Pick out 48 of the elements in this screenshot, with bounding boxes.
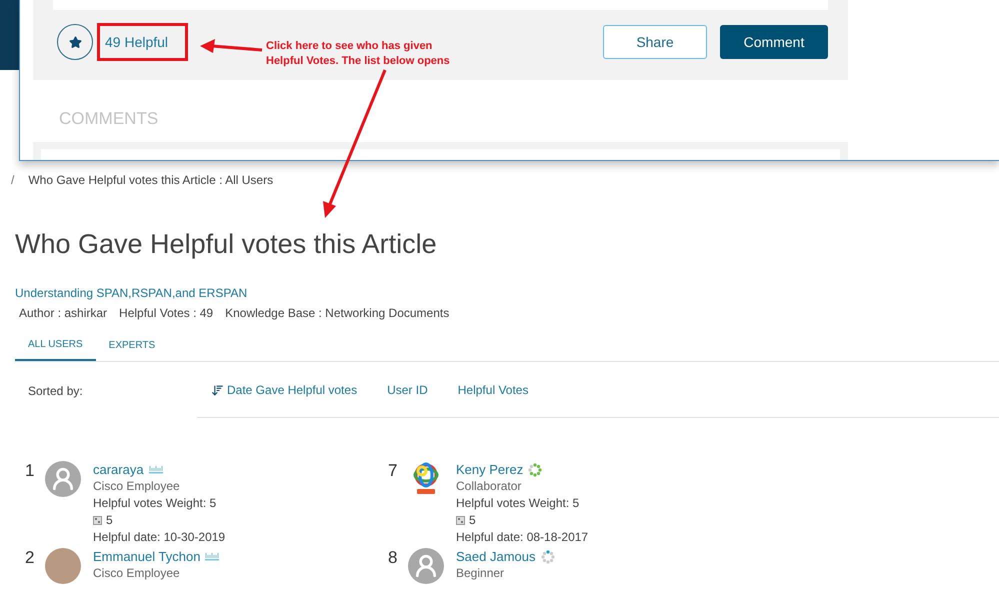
cisco-badge-icon <box>148 466 163 474</box>
rank-number: 2 <box>25 548 36 569</box>
photo-placeholder <box>45 548 81 584</box>
tab[interactable]: ALL USERS <box>15 329 96 361</box>
rank-ring-icon <box>540 550 554 564</box>
section-title: COMMENTS <box>59 108 160 130</box>
rank-ring-icon <box>528 462 542 476</box>
share-button[interactable]: Share <box>603 25 707 59</box>
article-meta: Helpful Votes : 49 <box>119 305 214 322</box>
sort-option[interactable]: Date Gave Helpful votes <box>211 381 358 399</box>
article-meta: Author : ashirkar <box>19 305 108 322</box>
annotation-arrow <box>200 39 262 53</box>
sort-option[interactable]: User ID <box>387 381 428 399</box>
user-name-link[interactable]: cararaya <box>93 461 144 478</box>
points-icon <box>93 516 102 525</box>
votes-weight: Helpful votes Weight: 5 <box>93 495 218 512</box>
article-link[interactable]: Understanding SPAN,RSPAN,and ERSPAN <box>15 284 984 302</box>
annotation-text: Helpful Votes. The list below opens <box>266 54 450 69</box>
user-name-link[interactable]: Keny Perez <box>456 461 524 478</box>
sorted-by-label: Sorted by: <box>28 382 84 400</box>
article-meta: Knowledge Base : Networking Documents <box>225 305 450 322</box>
breadcrumb-current: Who Gave Helpful votes this Article : All Users <box>28 172 274 189</box>
page-title: Who Gave Helpful votes this Article <box>15 228 438 261</box>
sort-option[interactable]: Helpful Votes <box>458 381 528 399</box>
user-name-link[interactable]: Emmanuel Tychon <box>93 548 200 565</box>
annotation-text: Click here to see who has given <box>266 39 434 54</box>
tab[interactable]: EXPERTS <box>96 329 168 361</box>
points-icon <box>456 516 465 525</box>
helpful-date: Helpful date: 08-18-2017 <box>456 529 588 546</box>
user-role: Cisco Employee <box>93 565 181 582</box>
breadcrumb-separator: / <box>11 172 14 189</box>
comment-button[interactable]: Comment <box>720 25 828 59</box>
user-role: Cisco Employee <box>93 478 181 495</box>
rank-number: 8 <box>388 548 398 569</box>
user-role: Collaborator <box>456 478 522 495</box>
user-role: Beginner <box>456 565 506 582</box>
helpful-date: Helpful date: 10-30-2019 <box>93 529 226 546</box>
cisco-badge-icon <box>205 552 220 560</box>
rank-number: 1 <box>25 461 36 482</box>
helpful-count-link[interactable]: 49 Helpful <box>105 32 168 52</box>
points-value: 5 <box>106 512 113 529</box>
points-value: 5 <box>469 512 476 529</box>
default-avatar-icon <box>408 548 444 584</box>
votes-weight: Helpful votes Weight: 5 <box>456 495 580 512</box>
user-name-link[interactable]: Saed Jamous <box>456 548 536 565</box>
rank-number: 7 <box>388 461 398 482</box>
navbar-edge <box>0 0 20 70</box>
default-avatar-icon <box>45 461 81 497</box>
